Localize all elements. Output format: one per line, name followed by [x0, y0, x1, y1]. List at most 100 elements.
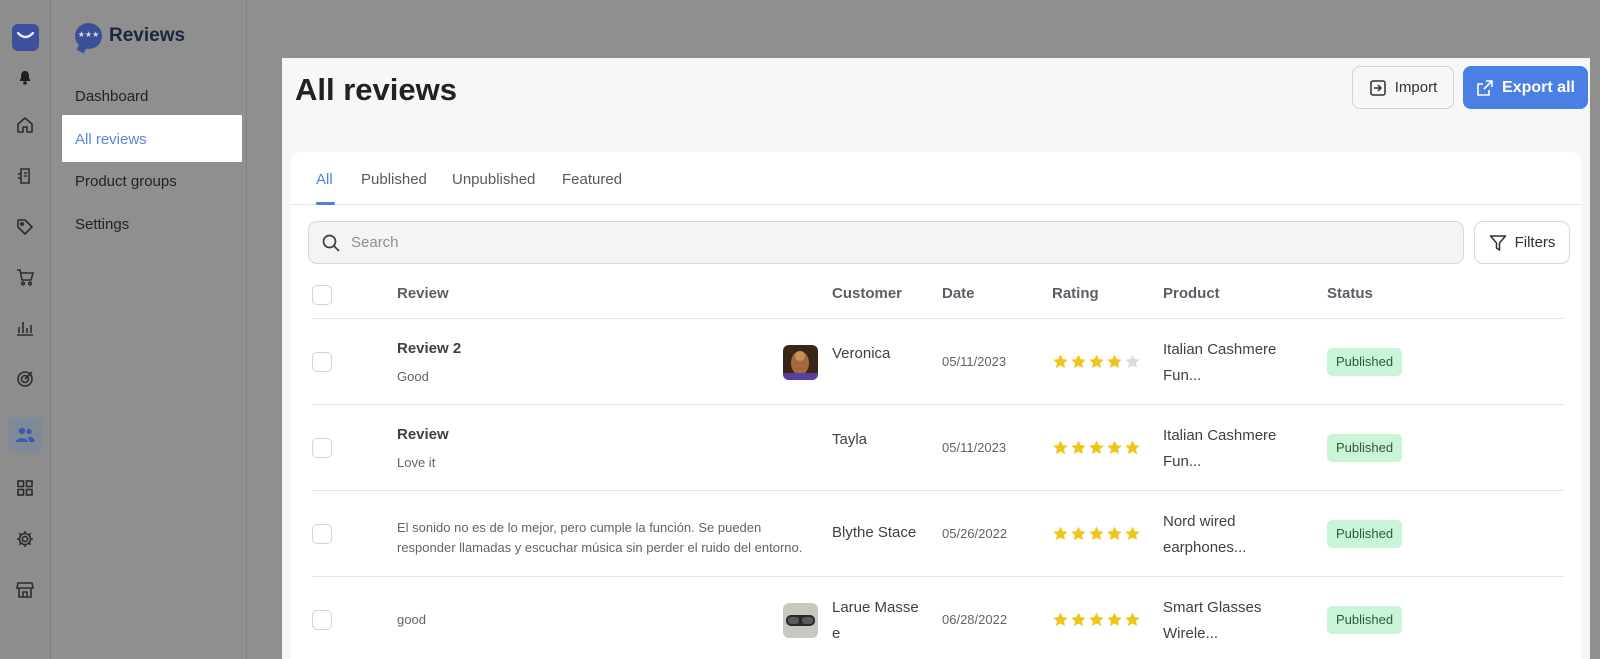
nav-item-settings[interactable]: Settings — [75, 216, 129, 233]
filters-label: Filters — [1514, 234, 1556, 251]
settings-gear-icon[interactable] — [13, 527, 37, 551]
apps-icon[interactable] — [13, 476, 37, 500]
row-checkbox[interactable] — [312, 524, 332, 544]
analytics-icon[interactable] — [13, 316, 37, 340]
header-date[interactable]: Date — [942, 285, 975, 302]
customer-name-line-1: Larue Masse — [832, 599, 919, 616]
customer-name-line-2: e — [832, 625, 841, 642]
import-icon — [1369, 79, 1386, 96]
star-filled-icon — [1089, 526, 1104, 541]
active-tab-indicator — [316, 202, 335, 205]
star-empty-icon — [1125, 354, 1140, 369]
star-filled-icon — [1053, 440, 1068, 455]
tag-icon[interactable] — [13, 215, 37, 239]
review-date: 05/26/2022 — [942, 526, 1008, 541]
product-line-2: Wirele... — [1163, 625, 1219, 642]
star-filled-icon — [1071, 526, 1086, 541]
search-box[interactable] — [308, 221, 1464, 264]
review-body: good — [397, 612, 426, 627]
review-body: Love it — [397, 455, 436, 470]
status-badge: Published — [1327, 348, 1403, 376]
store-icon[interactable] — [13, 578, 37, 602]
external-link-icon — [1477, 79, 1493, 96]
table-row[interactable]: El sonido no es de lo mejor, pero cumple… — [312, 491, 1564, 577]
review-body: Good — [397, 369, 429, 384]
review-title: Review — [397, 426, 449, 443]
star-rating — [1052, 353, 1141, 370]
export-label: Export all — [1502, 78, 1575, 96]
reviews-logo-icon: ★★★ — [75, 23, 102, 49]
export-all-button[interactable]: Export all — [1463, 66, 1588, 109]
star-filled-icon — [1125, 526, 1140, 541]
row-checkbox[interactable] — [312, 352, 332, 372]
header-product[interactable]: Product — [1163, 285, 1220, 302]
header-customer[interactable]: Customer — [832, 285, 902, 302]
star-filled-icon — [1071, 354, 1086, 369]
reviews-nav-panel: ★★★ Reviews Dashboard All reviews Produc… — [51, 0, 247, 659]
table-row[interactable]: good Larue Masse e 06/28/2022 Smart Glas… — [312, 577, 1564, 659]
customer-name: Larue Masse e — [832, 595, 919, 647]
status-badge: Published — [1327, 434, 1403, 462]
review-photo-thumbnail[interactable] — [783, 345, 818, 380]
page-title: All reviews — [295, 72, 457, 107]
review-title: Review 2 — [397, 340, 462, 357]
nav-item-product-groups[interactable]: Product groups — [75, 173, 177, 190]
bell-icon[interactable] — [13, 66, 37, 90]
table-row[interactable]: Review 2 Good Veronica 05/11/2023 Italia… — [312, 319, 1564, 405]
product-name[interactable]: Smart Glasses Wirele... — [1163, 595, 1283, 647]
header-review[interactable]: Review — [397, 285, 449, 302]
star-filled-icon — [1053, 612, 1068, 627]
product-name[interactable]: Italian Cashmere Fun... — [1163, 423, 1283, 475]
header-status[interactable]: Status — [1327, 285, 1373, 302]
star-rating — [1052, 525, 1141, 542]
import-button[interactable]: Import — [1352, 66, 1454, 109]
status-tabs: All Published Unpublished Featured — [291, 152, 1581, 205]
app-logo-icon[interactable] — [12, 24, 39, 51]
product-name[interactable]: Italian Cashmere Fun... — [1163, 337, 1283, 389]
star-filled-icon — [1107, 354, 1122, 369]
reviews-card: All Published Unpublished Featured Filte… — [291, 152, 1581, 659]
star-filled-icon — [1053, 526, 1068, 541]
product-name[interactable]: Nord wired earphones... — [1163, 509, 1283, 561]
review-body: El sonido no es de lo mejor, pero cumple… — [397, 520, 803, 555]
tab-published[interactable]: Published — [361, 171, 427, 188]
star-filled-icon — [1125, 440, 1140, 455]
main-panel: All reviews Import Export all All Publis… — [282, 58, 1590, 659]
reviews-brand: ★★★ Reviews — [75, 23, 185, 49]
review-date: 05/11/2023 — [942, 354, 1007, 369]
review-date: 06/28/2022 — [942, 612, 1008, 627]
tab-all[interactable]: All — [316, 171, 333, 188]
tab-unpublished[interactable]: Unpublished — [452, 171, 535, 188]
header-rating[interactable]: Rating — [1052, 285, 1099, 302]
filters-button[interactable]: Filters — [1474, 221, 1570, 264]
star-filled-icon — [1107, 612, 1122, 627]
star-filled-icon — [1107, 440, 1122, 455]
select-all-checkbox[interactable] — [312, 285, 332, 305]
cart-icon[interactable] — [13, 265, 37, 289]
star-filled-icon — [1107, 526, 1122, 541]
search-icon — [322, 234, 340, 252]
orders-icon[interactable] — [13, 164, 37, 188]
customers-icon[interactable] — [8, 417, 42, 453]
marketing-target-icon[interactable] — [13, 367, 37, 391]
brand-title: Reviews — [109, 25, 186, 46]
star-filled-icon — [1071, 612, 1086, 627]
star-filled-icon — [1053, 354, 1068, 369]
review-date: 05/11/2023 — [942, 440, 1007, 455]
status-badge: Published — [1327, 520, 1403, 548]
table-row[interactable]: Review Love it Tayla 05/11/2023 Italian … — [312, 405, 1564, 491]
home-icon[interactable] — [13, 113, 37, 137]
tab-featured[interactable]: Featured — [562, 171, 622, 188]
product-line-1: Smart Glasses — [1163, 599, 1262, 616]
table-header: Review Customer Date Rating Product Stat… — [312, 271, 1564, 319]
nav-item-all-reviews[interactable]: All reviews — [62, 115, 242, 162]
search-input[interactable] — [351, 222, 1451, 263]
filter-icon — [1489, 234, 1506, 251]
review-photo-thumbnail[interactable] — [783, 603, 818, 638]
star-filled-icon — [1089, 440, 1104, 455]
import-label: Import — [1394, 79, 1438, 96]
row-checkbox[interactable] — [312, 610, 332, 630]
product-line-2: Fun... — [1163, 367, 1202, 384]
nav-item-dashboard[interactable]: Dashboard — [75, 88, 148, 105]
row-checkbox[interactable] — [312, 438, 332, 458]
